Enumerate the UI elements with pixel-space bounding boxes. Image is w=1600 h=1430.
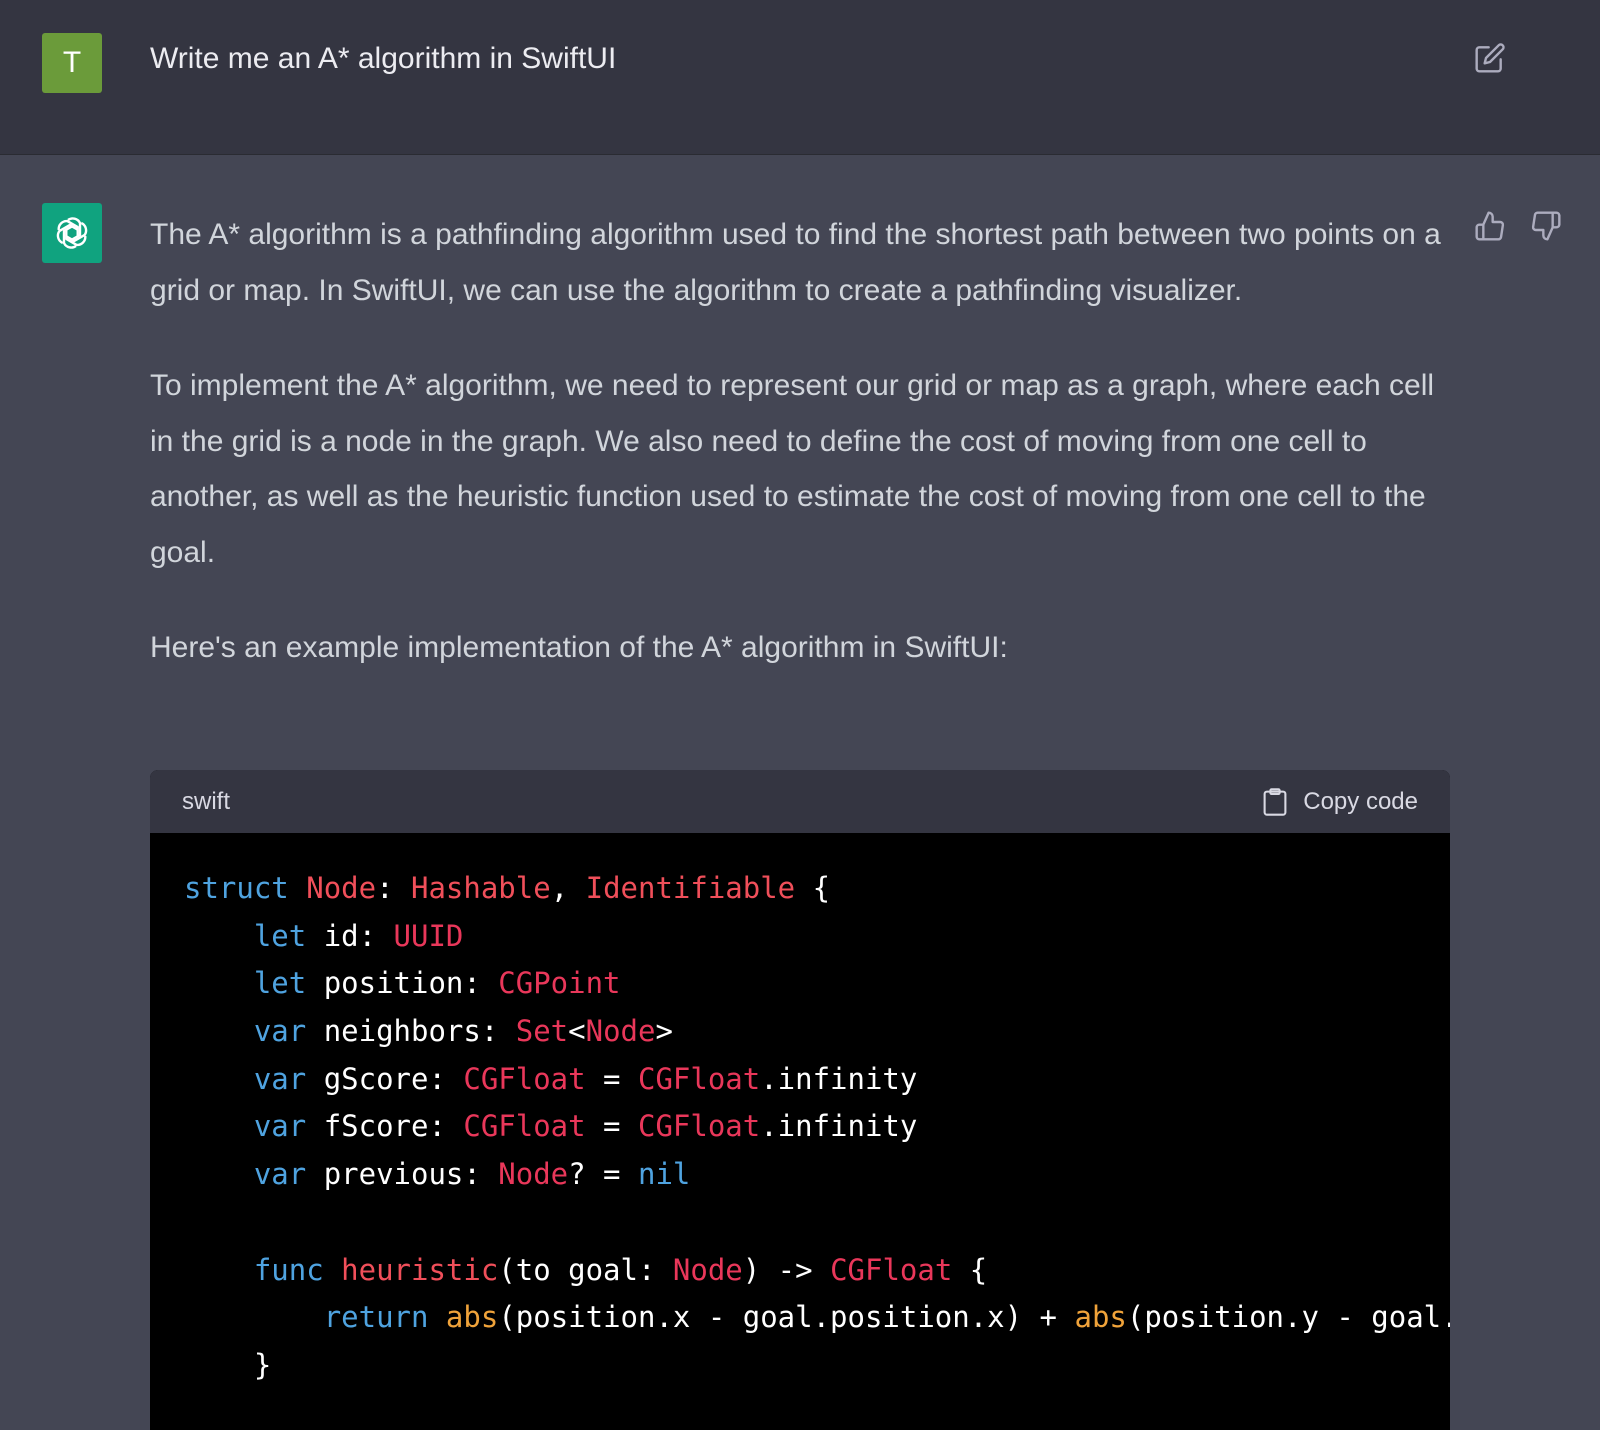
- clipboard-icon: [1263, 787, 1287, 816]
- assistant-answer: The A* algorithm is a pathfinding algori…: [150, 207, 1450, 676]
- answer-paragraph: Here's an example implementation of the …: [150, 631, 1008, 664]
- code-language-label: swift: [182, 787, 230, 815]
- thumbs-down-icon: [1531, 211, 1561, 241]
- code-block-header: swift Copy code: [150, 770, 1450, 833]
- code-line: struct Node: Hashable, Identifiable {: [184, 871, 831, 905]
- user-avatar-letter: T: [62, 46, 82, 79]
- code-line: let position: CGPoint: [253, 966, 621, 1001]
- code-line: let id: UUID: [253, 918, 464, 953]
- thumbs-up-icon: [1475, 211, 1505, 241]
- thumbs-up-button[interactable]: [1474, 210, 1506, 242]
- copy-code-button[interactable]: Copy code: [1261, 787, 1418, 817]
- code-line: var neighbors: Set<Node>: [253, 1014, 673, 1049]
- user-avatar: T: [42, 33, 102, 93]
- openai-logo-icon: [56, 217, 88, 249]
- code-block: swift Copy code struct Node: Hashable, I…: [150, 770, 1450, 1430]
- assistant-avatar: [42, 203, 102, 263]
- code-content: struct Node: Hashable, Identifiable { le…: [150, 833, 1450, 1390]
- edit-icon: [1475, 43, 1505, 73]
- code-line: }: [184, 1347, 272, 1382]
- copy-code-label: Copy code: [1303, 787, 1418, 815]
- code-line: var gScore: CGFloat = CGFloat.infinity: [253, 1061, 918, 1096]
- code-line: return abs(position.x - goal.position.x)…: [323, 1300, 1450, 1335]
- user-message-row: T Write me an A* algorithm in SwiftUI: [0, 0, 1600, 155]
- thumbs-down-button[interactable]: [1530, 210, 1562, 242]
- edit-button[interactable]: [1474, 42, 1506, 74]
- answer-paragraph: The A* algorithm is a pathfinding algori…: [150, 218, 1441, 307]
- code-line: var fScore: CGFloat = CGFloat.infinity: [253, 1109, 918, 1144]
- user-message-text: Write me an A* algorithm in SwiftUI: [150, 42, 617, 75]
- code-line: func heuristic(to goal: Node) -> CGFloat…: [253, 1252, 988, 1287]
- answer-paragraph: To implement the A* algorithm, we need t…: [150, 369, 1435, 569]
- code-line: var previous: Node? = nil: [253, 1157, 691, 1192]
